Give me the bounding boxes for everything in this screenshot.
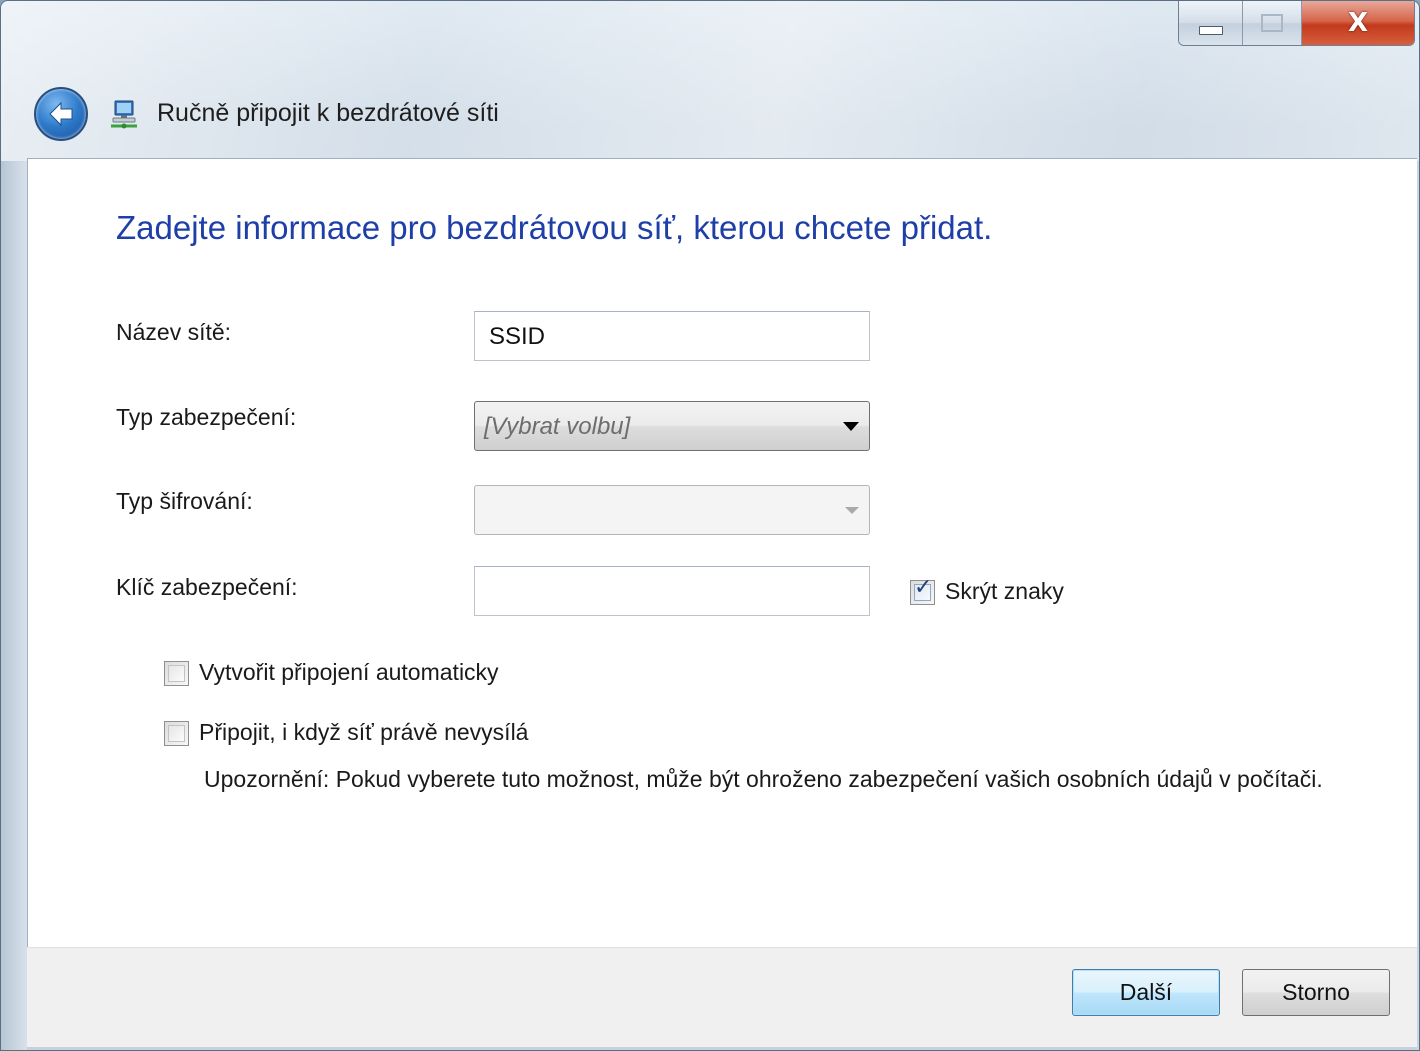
maximize-button	[1243, 1, 1302, 45]
encryption-type-select	[474, 485, 870, 535]
window-frame-left	[1, 161, 27, 1050]
auto-connect-checkbox[interactable]	[164, 661, 189, 686]
network-name-label: Název sítě:	[116, 319, 232, 345]
minimize-icon	[1198, 25, 1223, 35]
caption-buttons: X	[1178, 1, 1415, 46]
next-button[interactable]: Další	[1072, 969, 1220, 1016]
auto-connect-label[interactable]: Vytvořit připojení automaticky	[199, 659, 499, 686]
privacy-warning-text: Upozornění: Pokud vyberete tuto možnost,…	[204, 766, 1323, 792]
checkbox-box	[168, 665, 185, 682]
network-name-input[interactable]: SSID	[474, 311, 870, 361]
dialog-footer: Další Storno	[27, 947, 1417, 1047]
security-key-input[interactable]	[474, 566, 870, 616]
window-title: Ručně připojit k bezdrátové síti	[157, 99, 499, 127]
wireless-network-icon	[111, 100, 137, 129]
back-arrow-icon	[49, 101, 73, 127]
close-icon: X	[1347, 8, 1369, 38]
hide-characters-checkbox[interactable]: ✓	[910, 575, 935, 605]
dialog-content: Zadejte informace pro bezdrátovou síť, k…	[27, 158, 1417, 948]
cancel-button[interactable]: Storno	[1242, 969, 1390, 1016]
minimize-button[interactable]	[1179, 1, 1243, 45]
checkmark-icon: ✓	[914, 575, 933, 600]
security-type-value: [Vybrat volbu]	[484, 413, 631, 440]
dialog-window: X Ručně připojit k bezdrátové síti Zadej…	[0, 0, 1420, 1051]
hide-characters-label[interactable]: Skrýt znaky	[945, 578, 1064, 605]
close-button[interactable]: X	[1302, 1, 1414, 45]
encryption-type-label: Typ šifrování:	[116, 488, 253, 514]
maximize-icon	[1261, 14, 1283, 32]
dropdown-arrow-icon	[845, 507, 859, 514]
security-type-label: Typ zabezpečení:	[116, 404, 297, 430]
security-key-label: Klíč zabezpečení:	[116, 574, 298, 600]
back-button[interactable]	[34, 87, 88, 141]
security-type-select[interactable]: [Vybrat volbu]	[474, 401, 870, 451]
connect-not-broadcasting-label[interactable]: Připojit, i když síť právě nevysílá	[199, 719, 528, 746]
checkbox-box	[168, 725, 185, 742]
dropdown-arrow-icon	[843, 422, 859, 431]
page-heading: Zadejte informace pro bezdrátovou síť, k…	[116, 209, 993, 246]
connect-not-broadcasting-checkbox[interactable]	[164, 721, 189, 746]
